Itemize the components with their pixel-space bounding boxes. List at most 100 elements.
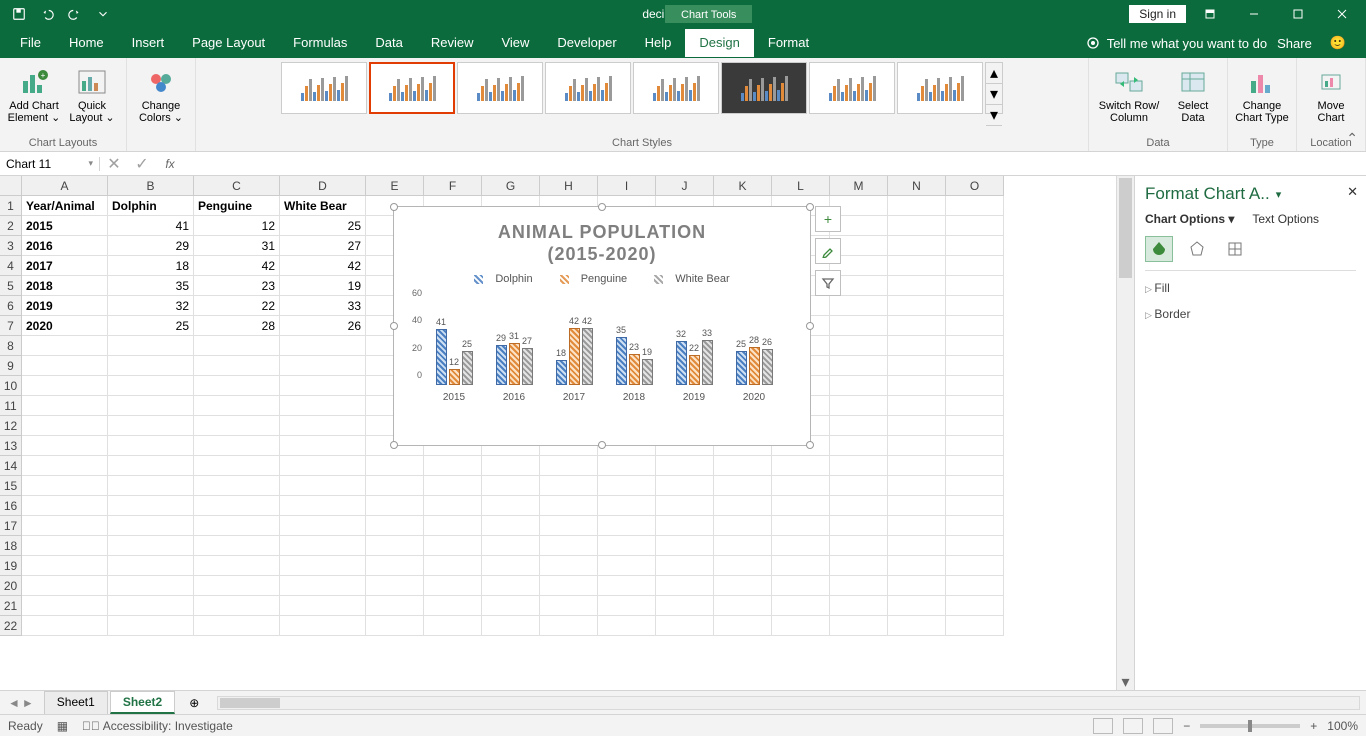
column-header[interactable]: J <box>656 176 714 196</box>
cell[interactable] <box>946 236 1004 256</box>
qat-customize-icon[interactable] <box>92 3 114 25</box>
cell[interactable] <box>280 576 366 596</box>
cell[interactable] <box>366 496 424 516</box>
cell[interactable] <box>714 456 772 476</box>
cell[interactable] <box>714 496 772 516</box>
cell[interactable] <box>946 376 1004 396</box>
horizontal-scrollbar[interactable] <box>217 696 1360 710</box>
accessibility-status[interactable]: �⃝ Accessibility: Investigate <box>82 719 233 733</box>
chart-bar[interactable]: 29 <box>496 345 507 385</box>
cell[interactable] <box>888 516 946 536</box>
cell[interactable] <box>598 536 656 556</box>
row-header[interactable]: 10 <box>0 376 22 396</box>
row-header[interactable]: 16 <box>0 496 22 516</box>
cell[interactable] <box>424 576 482 596</box>
chart-title[interactable]: ANIMAL POPULATION (2015-2020) <box>394 207 810 265</box>
chart-bar[interactable]: 18 <box>556 360 567 385</box>
cell[interactable] <box>280 536 366 556</box>
chart-style-thumb[interactable] <box>545 62 631 114</box>
cell[interactable] <box>194 356 280 376</box>
cell[interactable]: 42 <box>194 256 280 276</box>
cell[interactable] <box>280 516 366 536</box>
cell[interactable]: 18 <box>108 256 194 276</box>
cell[interactable] <box>108 496 194 516</box>
cell[interactable]: 28 <box>194 316 280 336</box>
cell[interactable] <box>888 576 946 596</box>
cell[interactable] <box>194 336 280 356</box>
format-pane-close-icon[interactable]: ✕ <box>1347 184 1358 200</box>
cell[interactable] <box>280 436 366 456</box>
cell[interactable] <box>424 616 482 636</box>
insert-function-icon[interactable]: fx <box>156 157 184 171</box>
tab-formulas[interactable]: Formulas <box>279 29 361 57</box>
column-header[interactable]: M <box>830 176 888 196</box>
cell[interactable] <box>482 576 540 596</box>
cell[interactable] <box>888 276 946 296</box>
cell[interactable] <box>22 496 108 516</box>
row-header[interactable]: 15 <box>0 476 22 496</box>
cell[interactable] <box>482 496 540 516</box>
tab-developer[interactable]: Developer <box>543 29 630 57</box>
cell[interactable] <box>108 356 194 376</box>
column-header[interactable]: E <box>366 176 424 196</box>
cell[interactable] <box>830 356 888 376</box>
switch-row-column-button[interactable]: Switch Row/ Column <box>1095 62 1163 124</box>
zoom-out-icon[interactable]: − <box>1183 719 1190 733</box>
cell[interactable]: 25 <box>280 216 366 236</box>
cell[interactable] <box>280 376 366 396</box>
cell[interactable] <box>598 576 656 596</box>
chart-handle[interactable] <box>390 322 398 330</box>
chart-handle[interactable] <box>598 203 606 211</box>
cell[interactable] <box>108 376 194 396</box>
row-header[interactable]: 14 <box>0 456 22 476</box>
cell[interactable] <box>280 496 366 516</box>
chart-style-thumb[interactable] <box>897 62 983 114</box>
cell[interactable] <box>830 436 888 456</box>
column-header[interactable]: O <box>946 176 1004 196</box>
cell[interactable] <box>772 596 830 616</box>
cell[interactable] <box>280 456 366 476</box>
chart-style-thumb[interactable] <box>281 62 367 114</box>
cell[interactable] <box>598 496 656 516</box>
cell[interactable] <box>656 616 714 636</box>
cell[interactable] <box>424 496 482 516</box>
fill-line-icon[interactable] <box>1145 236 1173 262</box>
cell[interactable] <box>772 516 830 536</box>
row-header[interactable]: 2 <box>0 216 22 236</box>
chart-style-thumb[interactable] <box>457 62 543 114</box>
cell[interactable]: 2020 <box>22 316 108 336</box>
cell[interactable]: 23 <box>194 276 280 296</box>
chart-style-thumb[interactable] <box>633 62 719 114</box>
cell[interactable] <box>366 556 424 576</box>
cell[interactable] <box>830 456 888 476</box>
ribbon-collapse-icon[interactable]: ⌃ <box>1346 130 1358 147</box>
cell[interactable] <box>194 496 280 516</box>
cell[interactable] <box>194 476 280 496</box>
cell[interactable] <box>280 596 366 616</box>
cell[interactable] <box>108 516 194 536</box>
cell[interactable] <box>888 616 946 636</box>
cancel-formula-icon[interactable]: ✕ <box>100 154 128 174</box>
cell[interactable] <box>540 476 598 496</box>
cell[interactable] <box>366 536 424 556</box>
tab-format[interactable]: Format <box>754 29 823 57</box>
cell[interactable] <box>830 536 888 556</box>
tab-review[interactable]: Review <box>417 29 488 57</box>
chart-style-thumb[interactable] <box>369 62 455 114</box>
cell[interactable] <box>772 496 830 516</box>
cell[interactable] <box>108 456 194 476</box>
tab-file[interactable]: File <box>6 29 55 57</box>
cell[interactable] <box>714 556 772 576</box>
column-header[interactable]: F <box>424 176 482 196</box>
cell[interactable] <box>598 616 656 636</box>
column-header[interactable]: D <box>280 176 366 196</box>
cell[interactable] <box>830 616 888 636</box>
cell[interactable]: 12 <box>194 216 280 236</box>
cell[interactable] <box>540 616 598 636</box>
cell[interactable] <box>656 496 714 516</box>
chart-bar[interactable]: 25 <box>462 351 473 385</box>
cell[interactable] <box>598 556 656 576</box>
cell[interactable] <box>946 616 1004 636</box>
row-header[interactable]: 5 <box>0 276 22 296</box>
chart-plot-area[interactable]: 0204060 41122529312718424235231932223325… <box>424 293 784 403</box>
